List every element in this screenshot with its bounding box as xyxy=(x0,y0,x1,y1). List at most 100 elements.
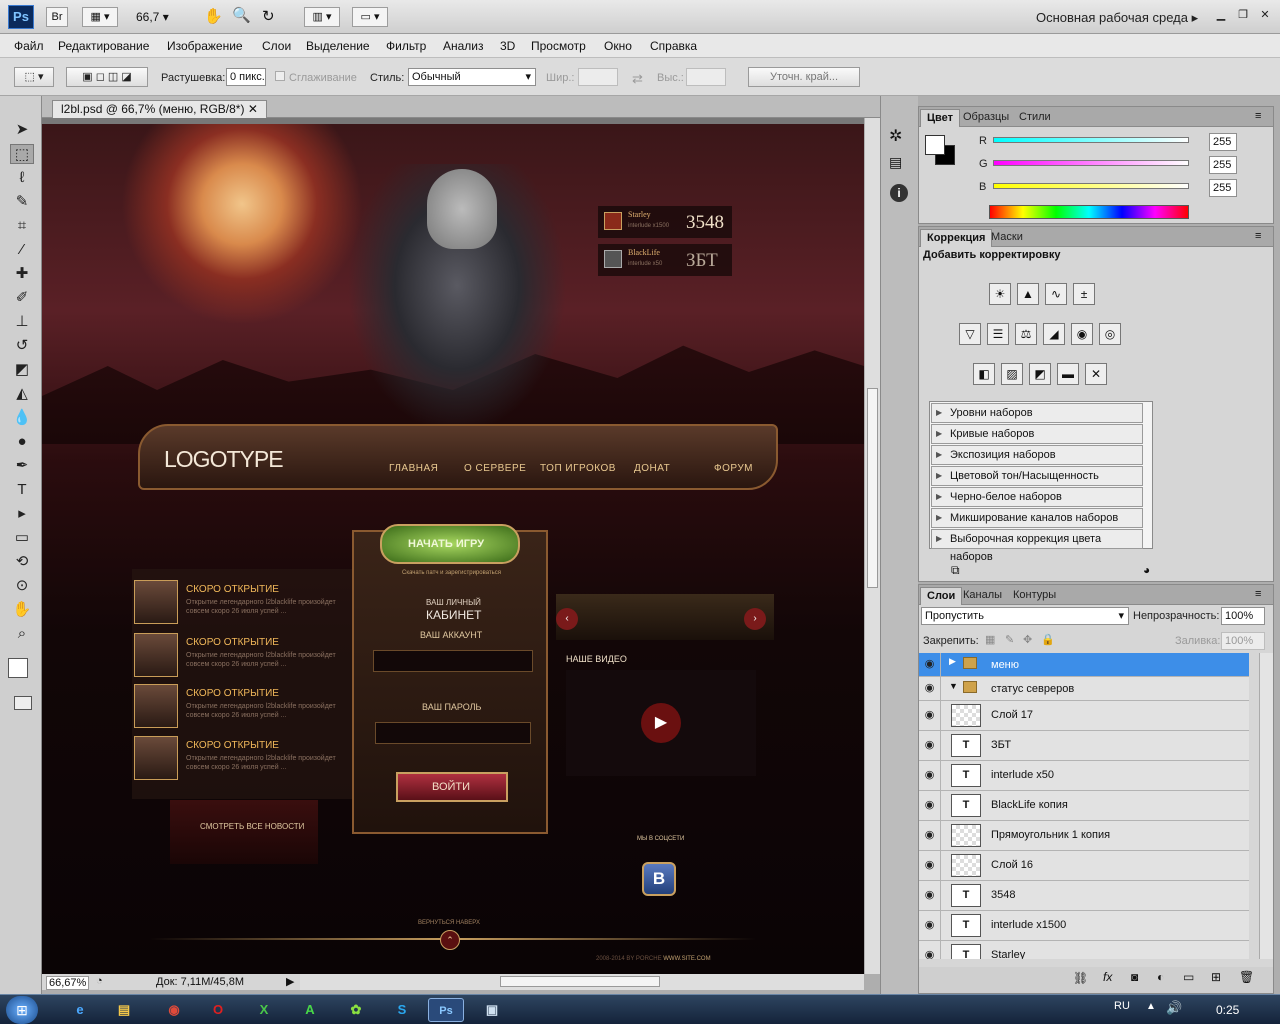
news-item[interactable]: СКОРО ОТКРЫТИЕ Открытие легендарного l2bl… xyxy=(134,684,354,730)
swap-dimensions-icon[interactable]: ⇄ xyxy=(632,71,643,87)
marquee-tool-icon[interactable]: ⬚ xyxy=(10,144,34,164)
pen-tool-icon[interactable]: ✒ xyxy=(10,456,34,476)
preset-curves[interactable]: Кривые наборов xyxy=(931,424,1143,444)
minimize-icon[interactable]: ▁ xyxy=(1212,8,1230,22)
foreground-color-swatch[interactable] xyxy=(8,658,28,678)
lock-position-icon[interactable]: ✥ xyxy=(1023,633,1032,646)
screen-mode-button[interactable]: ▭ ▾ xyxy=(352,7,388,27)
gradient-map-icon[interactable]: ▬ xyxy=(1057,363,1079,385)
posterize-icon[interactable]: ▨ xyxy=(1001,363,1023,385)
skype-icon[interactable]: S xyxy=(384,998,420,1022)
tab-swatches[interactable]: Образцы xyxy=(957,109,1015,127)
menu-3d[interactable]: 3D xyxy=(500,39,515,53)
refine-edge-button[interactable]: Уточн. край... xyxy=(748,67,860,87)
view-extras-button[interactable]: ▦ ▾ xyxy=(82,7,118,27)
tab-adjustments[interactable]: Коррекция xyxy=(920,229,993,247)
video-player[interactable]: ▶ xyxy=(566,670,756,776)
status-zoom[interactable]: 66,67% xyxy=(46,976,90,990)
history-brush-icon[interactable]: ↺ xyxy=(10,336,34,356)
password-input[interactable] xyxy=(375,722,531,744)
visibility-eye-icon[interactable]: ◉ xyxy=(919,653,941,676)
ie-icon[interactable]: e xyxy=(62,998,98,1022)
panel-menu-icon[interactable]: ≡ xyxy=(1255,588,1261,600)
visibility-eye-icon[interactable]: ◉ xyxy=(919,851,941,880)
visibility-eye-icon[interactable]: ◉ xyxy=(919,881,941,910)
info-icon[interactable]: i xyxy=(890,184,908,202)
account-input[interactable] xyxy=(373,650,533,672)
lock-transparency-icon[interactable]: ▦ xyxy=(985,633,995,646)
layer-row[interactable]: ◉ Слой 16 xyxy=(919,851,1249,881)
menu-edit[interactable]: Редактирование xyxy=(58,39,149,53)
opera-icon[interactable]: O xyxy=(200,998,236,1022)
hue-saturation-icon[interactable]: ☰ xyxy=(987,323,1009,345)
bridge-button[interactable]: Br xyxy=(46,7,68,27)
zoom-level-select[interactable]: 66,7 ▾ xyxy=(136,7,182,27)
move-tool-icon[interactable]: ➤ xyxy=(10,120,34,140)
document-tab[interactable]: l2bl.psd @ 66,7% (меню, RGB/8*) ✕ xyxy=(52,100,267,119)
3d-rotate-tool-icon[interactable]: ⟲ xyxy=(10,552,34,572)
lock-all-icon[interactable]: 🔒 xyxy=(1041,633,1055,646)
eyedropper-tool-icon[interactable]: ⁄ xyxy=(10,240,34,260)
path-select-tool-icon[interactable]: ▸ xyxy=(10,504,34,524)
dodge-tool-icon[interactable]: ● xyxy=(10,432,34,452)
news-item[interactable]: СКОРО ОТКРЫТИЕ Открытие легендарного l2bl… xyxy=(134,580,354,626)
g-value[interactable]: 255 xyxy=(1209,156,1237,174)
r-slider[interactable] xyxy=(993,137,1189,143)
width-input[interactable] xyxy=(578,68,618,86)
nav-donate[interactable]: ДОНАТ xyxy=(634,463,670,474)
brush-tool-icon[interactable]: ✐ xyxy=(10,288,34,308)
foreground-swatch[interactable] xyxy=(925,135,945,155)
start-game-button[interactable]: НАЧАТЬ ИГРУ xyxy=(380,524,520,564)
back-to-top-icon[interactable]: ⌃ xyxy=(440,930,460,950)
vertical-scrollbar[interactable] xyxy=(864,118,880,974)
tab-color[interactable]: Цвет xyxy=(920,109,961,127)
adjustment-layer-icon[interactable]: ◐ xyxy=(1157,970,1164,984)
hand-tool-icon[interactable]: ✋ xyxy=(10,600,34,620)
icq-icon[interactable]: ✿ xyxy=(338,998,374,1022)
layer-row[interactable]: ◉ T ЗБТ xyxy=(919,731,1249,761)
style-select[interactable]: Обычный ▾ xyxy=(408,68,536,86)
horizontal-scrollbar[interactable] xyxy=(300,974,864,990)
fill-input[interactable]: 100% xyxy=(1221,632,1265,650)
histogram-icon[interactable]: ▤ xyxy=(889,154,902,171)
menu-analysis[interactable]: Анализ xyxy=(443,39,484,53)
menu-image[interactable]: Изображение xyxy=(167,39,243,53)
arrange-documents-button[interactable]: ▥ ▾ xyxy=(304,7,340,27)
layer-style-icon[interactable]: fx xyxy=(1103,970,1112,984)
nav-home[interactable]: ГЛАВНАЯ xyxy=(389,463,438,474)
tray-expand-icon[interactable]: ▲ xyxy=(1146,1001,1156,1012)
visibility-eye-icon[interactable]: ◉ xyxy=(919,761,941,790)
eraser-tool-icon[interactable]: ◩ xyxy=(10,360,34,380)
group-expand-icon[interactable]: ▶ xyxy=(949,656,956,667)
all-news-block[interactable]: СМОТРЕТЬ ВСЕ НОВОСТИ xyxy=(170,800,318,864)
channel-mixer-icon[interactable]: ◎ xyxy=(1099,323,1121,345)
layer-row[interactable]: ◉ T BlackLife копия xyxy=(919,791,1249,821)
workspace-switcher[interactable]: Основная рабочая среда ▸ xyxy=(1036,10,1198,26)
layer-row[interactable]: ◉ ▼ статус севреров xyxy=(919,677,1249,701)
opacity-input[interactable]: 100% xyxy=(1221,607,1265,625)
excel-icon[interactable]: X xyxy=(246,998,282,1022)
nav-about[interactable]: О СЕРВЕРЕ xyxy=(464,463,526,474)
selective-color-icon[interactable]: ✕ xyxy=(1085,363,1107,385)
tab-channels[interactable]: Каналы xyxy=(957,587,1008,605)
clip-layer-icon[interactable]: ⧉ xyxy=(951,563,960,578)
menu-layers[interactable]: Слои xyxy=(262,39,291,53)
font-app-icon[interactable]: A xyxy=(292,998,328,1022)
color-spectrum[interactable] xyxy=(989,205,1189,219)
hand-tool-icon[interactable]: ✋ xyxy=(204,7,223,25)
layer-mask-icon[interactable]: ◙ xyxy=(1131,970,1138,984)
tool-preset-picker[interactable]: ⬚ ▾ xyxy=(14,67,54,87)
blur-tool-icon[interactable]: 💧 xyxy=(10,408,34,428)
visibility-eye-icon[interactable]: ◉ xyxy=(919,791,941,820)
scroll-thumb[interactable] xyxy=(500,976,660,987)
quick-mask-icon[interactable] xyxy=(14,696,32,710)
blend-mode-select[interactable]: Пропустить ▾ xyxy=(921,607,1129,625)
volume-icon[interactable]: 🔊 xyxy=(1166,1000,1182,1016)
preset-channel-mixer[interactable]: Микширование каналов наборов xyxy=(931,508,1143,528)
close-tab-icon[interactable]: ✕ xyxy=(248,102,258,116)
status-info-icon[interactable]: ◔ xyxy=(96,975,103,987)
color-balance-icon[interactable]: ⚖ xyxy=(1015,323,1037,345)
rotate-view-icon[interactable]: ↻ xyxy=(262,7,275,25)
link-layers-icon[interactable]: ⛓ xyxy=(1073,971,1088,985)
vk-icon[interactable]: В xyxy=(642,862,676,896)
